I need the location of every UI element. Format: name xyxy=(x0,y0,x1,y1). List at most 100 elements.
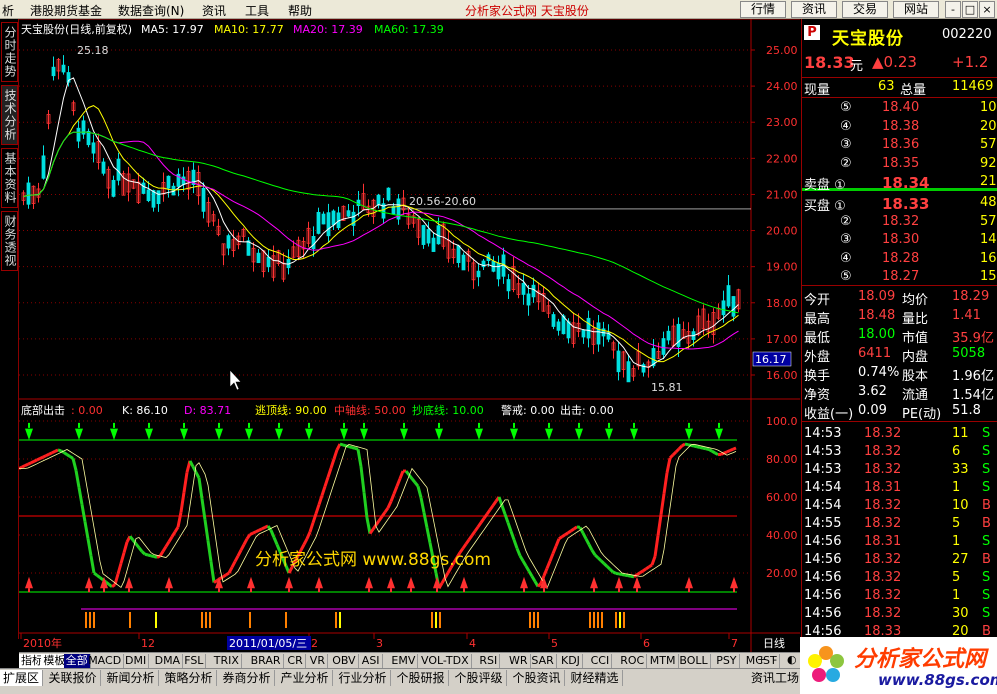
sell-volume: 57 xyxy=(980,137,997,152)
indicator-tab[interactable]: VOL-TDX xyxy=(419,654,472,668)
k-segment xyxy=(627,574,632,578)
menu-item-news[interactable]: 资讯 xyxy=(202,2,226,19)
menu-item-analysis[interactable]: 析 xyxy=(2,2,14,19)
k-segment xyxy=(693,444,698,449)
k-segment xyxy=(30,460,35,465)
indicator-tab[interactable]: BRAR xyxy=(249,654,284,668)
arrow-stem xyxy=(618,588,620,593)
stat-label: 市值 xyxy=(902,331,929,346)
news-workshop-tab[interactable]: 资讯工场 xyxy=(748,670,804,686)
stat-label: 最低 xyxy=(804,331,831,346)
indicator-tab[interactable]: CCI xyxy=(589,654,613,668)
indicator-tab[interactable]: WR xyxy=(507,654,531,668)
menu-item-help[interactable]: 帮助 xyxy=(288,2,312,19)
bottom-tab[interactable]: 产业分析 xyxy=(278,670,333,686)
tick-time: 14:56 xyxy=(804,552,842,567)
k-segment xyxy=(684,442,689,447)
indicator-tab[interactable]: KDJ xyxy=(559,654,583,668)
tick-volume: 33 xyxy=(952,462,969,477)
arrow-stem xyxy=(28,422,30,428)
k-segment xyxy=(140,550,147,556)
bottom-tab[interactable]: 券商分析 xyxy=(220,670,275,686)
logo-url: www.88gs.com xyxy=(878,671,997,689)
indicator-tab[interactable]: MACD xyxy=(86,654,125,668)
k-segment xyxy=(144,552,149,557)
indicator-tab[interactable]: ASI xyxy=(360,654,383,668)
bottom-tab[interactable]: 个股资讯 xyxy=(510,670,565,686)
indicator-tab[interactable]: DMA xyxy=(153,654,184,668)
stat-value: 0.74% xyxy=(858,365,900,380)
k-segment xyxy=(599,559,606,565)
tick-side: S xyxy=(982,570,991,585)
k-segment xyxy=(348,445,353,449)
menu-item-data-query[interactable]: 数据查询(N) xyxy=(118,2,184,19)
k-segment xyxy=(671,450,678,457)
date-label: 3 xyxy=(376,637,383,650)
indicator-tab[interactable]: EMV xyxy=(389,654,419,668)
quote-button[interactable]: 行情 xyxy=(740,1,786,18)
indicator-tab[interactable]: TRIX xyxy=(212,654,242,668)
bottom-tab[interactable]: 关联报价 xyxy=(46,670,101,686)
bottom-tab[interactable]: 个股评级 xyxy=(452,670,507,686)
k-segment xyxy=(593,553,600,559)
vertical-tab-label: 基本资料 xyxy=(3,152,17,204)
menu-item-hk-futures[interactable]: 港股期货基金 xyxy=(30,2,102,19)
k-segment xyxy=(147,553,152,558)
minimize-button[interactable]: - xyxy=(945,1,961,18)
info-button[interactable]: 资讯 xyxy=(791,1,837,18)
indicator-tab[interactable]: RSI xyxy=(477,654,501,668)
indicator-tab[interactable]: ROC xyxy=(618,654,648,668)
signal-bar xyxy=(439,612,441,628)
arrow-stem xyxy=(248,422,250,428)
zoom-in-button[interactable]: + xyxy=(757,653,766,666)
arrow-stem xyxy=(636,588,638,593)
menu-item-tools[interactable]: 工具 xyxy=(245,2,269,19)
signal-bar xyxy=(205,612,207,628)
indicator-tab[interactable]: DMI xyxy=(123,654,150,668)
quote-row: 14:56 18.32 30 S xyxy=(802,605,997,623)
stat-label: 净资 xyxy=(804,388,831,403)
bottom-tab[interactable]: 扩展区 xyxy=(0,670,44,686)
bottom-tab[interactable]: 行业分析 xyxy=(336,670,391,686)
indicator-tick-label: 20.00 xyxy=(766,567,798,580)
bottom-tab[interactable]: 策略分析 xyxy=(162,670,217,686)
bottom-tab[interactable]: 个股研报 xyxy=(394,670,449,686)
bottom-tab[interactable]: 新闻分析 xyxy=(104,670,159,686)
signal-bar xyxy=(85,612,87,628)
toggle-icon[interactable]: ◐ xyxy=(787,653,797,666)
k-segment xyxy=(677,444,684,450)
candle-body xyxy=(61,64,66,73)
ma10-label: MA10: 17.77 xyxy=(214,23,284,36)
close-button[interactable]: × xyxy=(979,1,995,18)
indicator-tab[interactable]: BOLL xyxy=(677,654,711,668)
indicator-tab[interactable]: CR xyxy=(285,654,306,668)
candle-body xyxy=(321,213,326,225)
tab-financials[interactable]: 财务透视 xyxy=(1,211,18,271)
d-label: D: 83.71 xyxy=(184,404,231,417)
website-button[interactable]: 网站 xyxy=(893,1,939,18)
indicator-tab[interactable]: OBV xyxy=(330,654,359,668)
k-segment xyxy=(45,452,50,458)
stat-value: 6411 xyxy=(858,346,892,361)
indicator-tab[interactable]: SAR xyxy=(529,654,557,668)
stat-label: 均价 xyxy=(902,293,929,308)
tab-technical[interactable]: 技术分析 xyxy=(1,85,18,145)
chart-area[interactable]: 天宝股份(日线,前复权) MA5: 17.97 MA10: 17.77 MA20… xyxy=(19,19,800,652)
indicator-tab[interactable]: MTM xyxy=(648,654,679,668)
tick-list[interactable]: 14:53 18.32 11 S 14:53 18.32 6 S 14:53 18.32 33 S 14… xyxy=(802,421,997,639)
quote-row: 最低 18.00 市值 35.9亿 xyxy=(802,326,997,346)
sell-level-label: ④ xyxy=(840,118,852,134)
period-label[interactable]: 日线 xyxy=(763,636,785,650)
zoom-out-button[interactable]: - xyxy=(773,653,777,666)
indicator-tab[interactable]: FSL xyxy=(182,654,207,668)
bottom-tab[interactable]: 财经精选 xyxy=(568,670,623,686)
tab-fundamentals[interactable]: 基本资料 xyxy=(1,148,18,208)
maximize-button[interactable]: □ xyxy=(962,1,978,18)
trade-button[interactable]: 交易 xyxy=(842,1,888,18)
stat-value: 18.00 xyxy=(858,327,896,342)
indicator-tab[interactable]: VR xyxy=(308,654,328,668)
arrow-stem xyxy=(688,588,690,593)
tick-time: 14:53 xyxy=(804,426,842,441)
indicator-tab[interactable]: PSY xyxy=(714,654,740,668)
tab-intraday[interactable]: 分时走势 xyxy=(1,22,18,82)
